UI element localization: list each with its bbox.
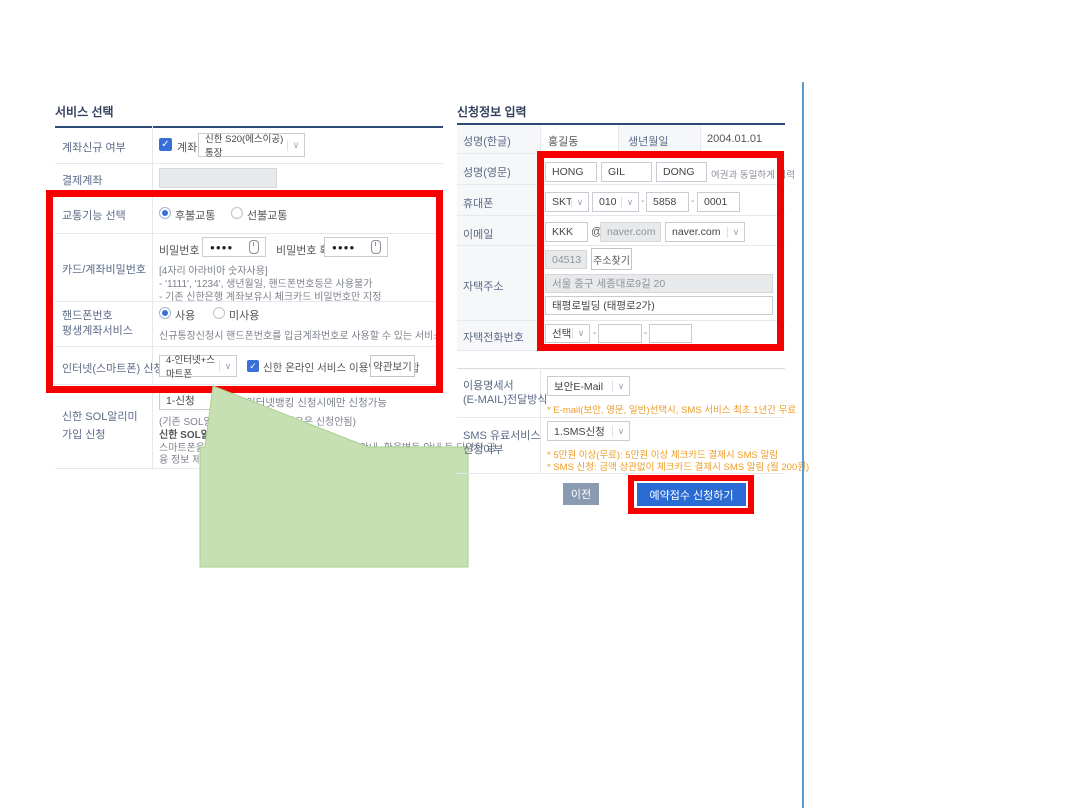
birth-value: 2004.01.01	[707, 133, 762, 145]
cell-divider	[700, 125, 701, 153]
prev-button[interactable]: 이전	[563, 483, 599, 505]
name-kr-value: 홍길동	[548, 133, 578, 149]
label-payment-account: 결제계좌	[62, 172, 102, 188]
highlight-box-right	[537, 151, 784, 351]
payment-account-input	[159, 168, 277, 188]
account-type-select[interactable]: 신한 S20(에스이공) 통장 ∨	[198, 133, 305, 157]
sms-select-value: 1.SMS신청	[548, 424, 612, 439]
label-sol-1: 신한 SOL알리미	[62, 408, 138, 424]
chevron-down-icon: ∨	[612, 381, 629, 392]
label-email: 이메일	[463, 226, 493, 242]
statement-note: * E-mail(보안, 영문, 일반)선택시, SMS 서비스 최초 1년간 …	[547, 402, 796, 416]
statement-select-value: 보안E-Mail	[548, 379, 612, 394]
cell-divider	[618, 125, 619, 153]
right-table-top-border	[457, 123, 785, 125]
chevron-down-icon: ∨	[287, 140, 304, 151]
left-table-top-border	[55, 126, 443, 128]
row-divider	[457, 473, 785, 474]
reservation-form-page: 서비스 선택 계좌신규 여부 계좌신규 신한 S20(에스이공) 통장 ∨ 결제…	[0, 0, 1080, 810]
right-panel-title: 신청정보 입력	[457, 103, 527, 120]
row-divider	[457, 417, 785, 418]
label-mobile: 휴대폰	[463, 195, 493, 211]
label-name-kr: 성명(한글)	[463, 133, 511, 149]
label-account-new: 계좌신규 여부	[62, 139, 126, 155]
table2-top-border	[457, 368, 785, 369]
label-birth: 생년월일	[628, 133, 668, 149]
account-type-select-value: 신한 S20(에스이공) 통장	[199, 131, 287, 159]
statement-select[interactable]: 보안E-Mail ∨	[547, 376, 630, 396]
label-name-en: 성명(영문)	[463, 164, 511, 180]
account-new-checkbox[interactable]	[159, 138, 172, 151]
row-divider	[55, 163, 443, 164]
label-sms-2: 신청여부	[463, 441, 503, 457]
sms-note-2: * SMS 신청: 금액 상관없이 체크카드 결제시 SMS 알림 (월 200…	[547, 459, 809, 473]
label-column-divider	[540, 368, 541, 473]
left-panel-title: 서비스 선택	[55, 103, 114, 120]
label-sol-2: 가입 신청	[62, 426, 106, 442]
label-address: 자택주소	[463, 278, 503, 294]
sms-select[interactable]: 1.SMS신청 ∨	[547, 421, 630, 441]
label-home-phone: 자택전화번호	[463, 329, 524, 345]
highlight-box-submit	[628, 475, 754, 514]
chevron-down-icon: ∨	[612, 426, 629, 437]
page-divider-line	[802, 82, 804, 808]
green-callout-arrow	[195, 380, 480, 575]
label-statement-2: (E-MAIL)전달방식	[463, 391, 547, 407]
highlight-box-left	[46, 190, 443, 393]
